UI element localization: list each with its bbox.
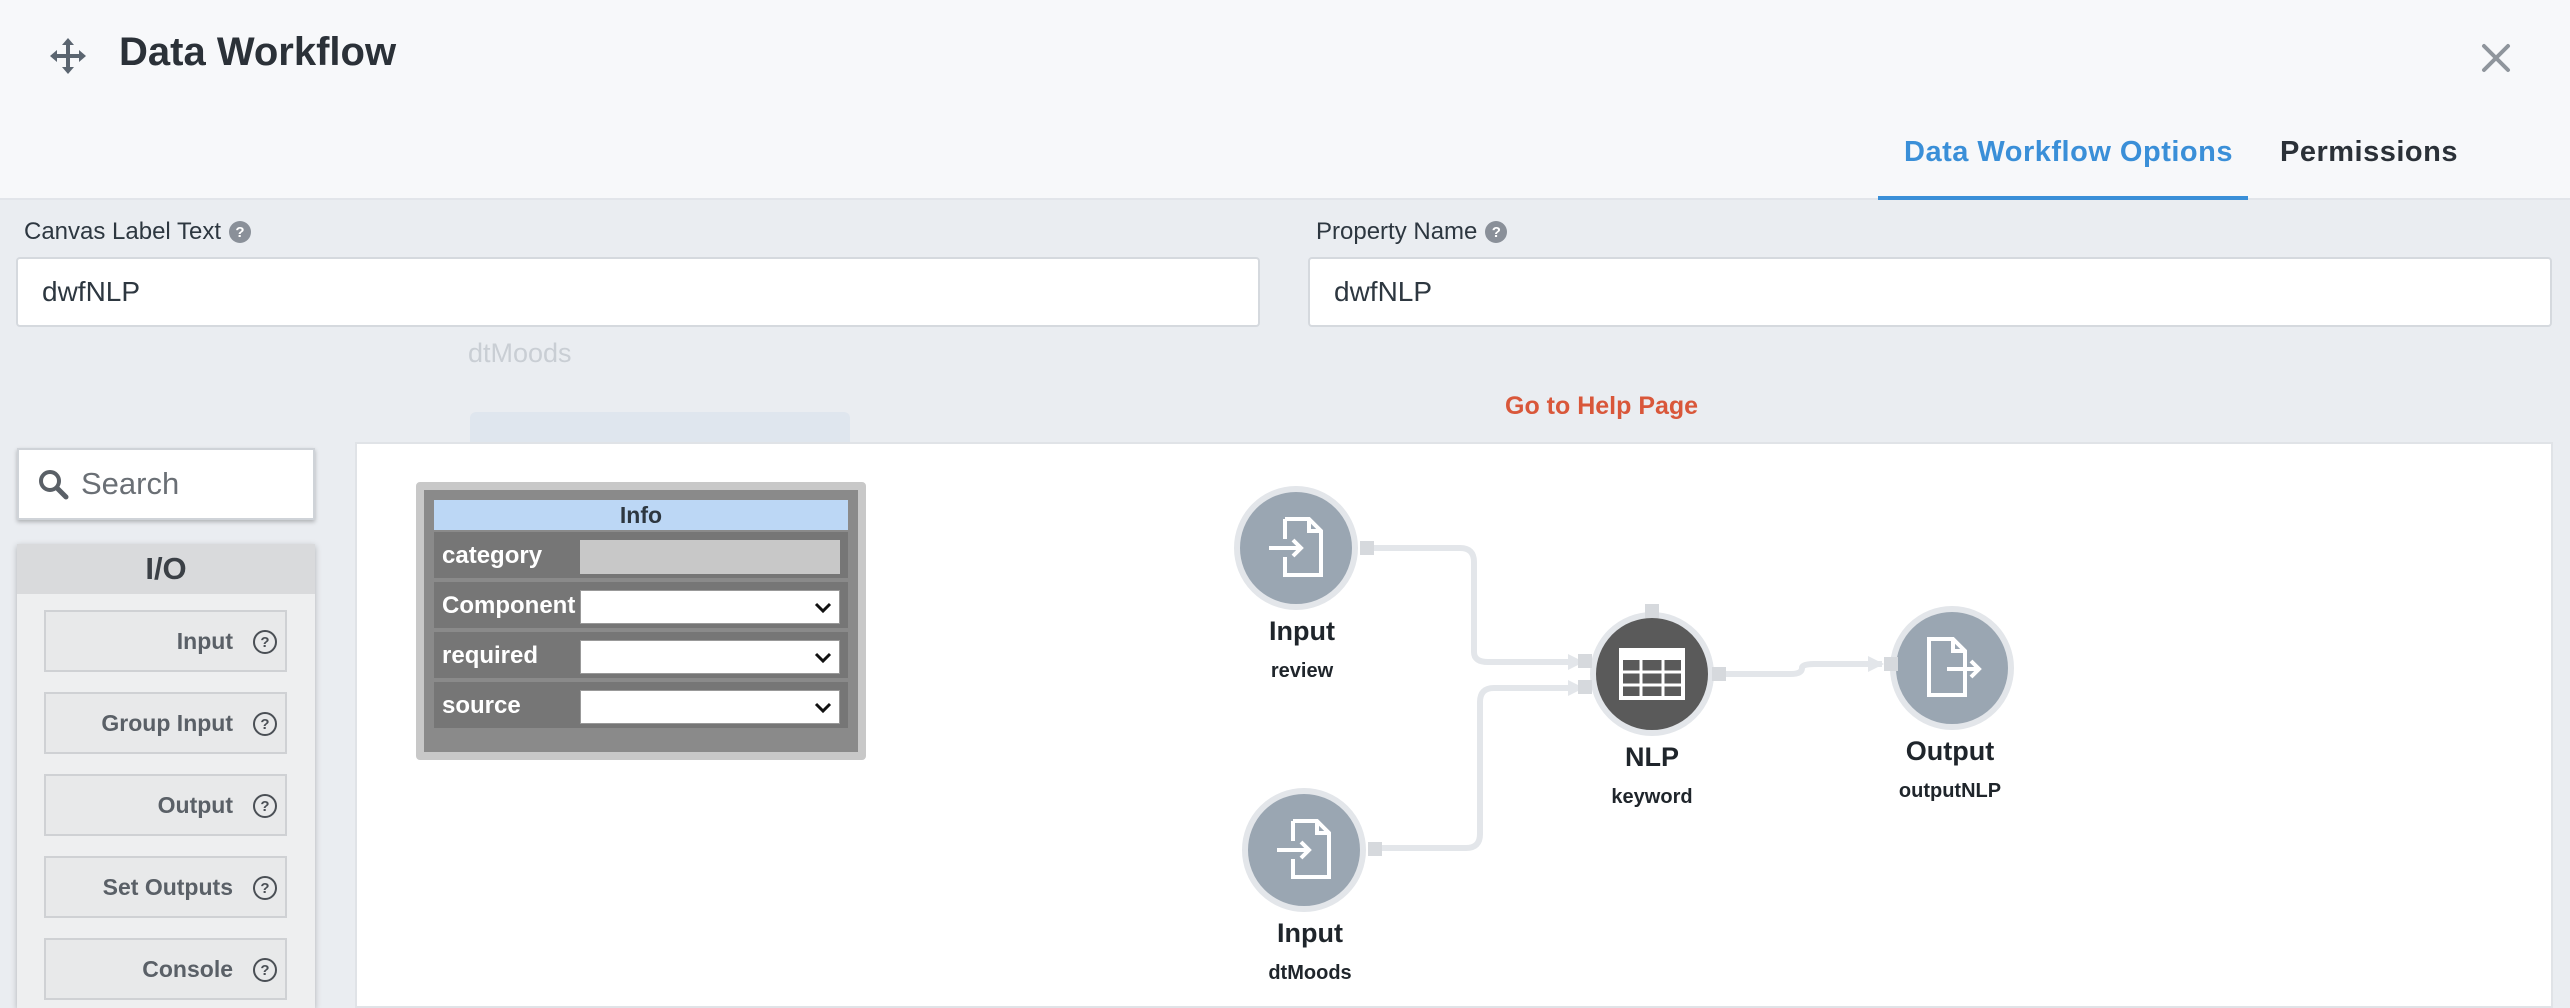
info-key: required xyxy=(442,642,539,669)
source-select[interactable] xyxy=(580,690,840,724)
info-row-category: category xyxy=(434,530,848,578)
node-subtitle: keyword xyxy=(1611,786,1693,808)
node-nlp-keyword[interactable] xyxy=(1590,612,1714,736)
node-input-dtmoods[interactable] xyxy=(1242,788,1366,912)
info-key: source xyxy=(442,692,521,719)
component-select[interactable] xyxy=(580,590,840,624)
node-subtitle: review xyxy=(1270,660,1334,682)
input-port[interactable] xyxy=(1578,680,1592,694)
info-key: category xyxy=(442,542,543,569)
category-field xyxy=(580,540,840,574)
info-panel-title: Info xyxy=(434,500,848,530)
output-port[interactable] xyxy=(1368,842,1382,856)
chevron-down-icon xyxy=(814,702,832,714)
file-import-icon xyxy=(1277,819,1331,879)
info-row-source: source xyxy=(434,680,848,728)
node-title: NLP xyxy=(1625,742,1679,772)
info-row-component: Component xyxy=(434,580,848,628)
node-input-review[interactable] xyxy=(1234,486,1358,610)
top-port[interactable] xyxy=(1645,604,1659,618)
input-port[interactable] xyxy=(1578,654,1592,668)
output-port[interactable] xyxy=(1360,541,1374,555)
table-icon xyxy=(1619,648,1685,700)
node-title: Input xyxy=(1269,616,1335,646)
node-output-outputnlp[interactable] xyxy=(1890,606,2014,730)
wire-nlp-to-output xyxy=(1716,661,1882,677)
file-import-icon xyxy=(1269,517,1323,577)
node-title: Input xyxy=(1277,918,1343,948)
info-key: Component xyxy=(442,592,576,619)
node-subtitle: outputNLP xyxy=(1898,780,2002,802)
file-export-icon xyxy=(1927,637,1982,697)
info-panel: Info category Component required source xyxy=(416,482,866,760)
chevron-down-icon xyxy=(814,652,832,664)
required-select[interactable] xyxy=(580,640,840,674)
node-title: Output xyxy=(1905,736,1995,766)
info-row-required: required xyxy=(434,630,848,678)
output-port[interactable] xyxy=(1712,667,1726,681)
node-subtitle: dtMoods xyxy=(1268,962,1352,984)
chevron-down-icon xyxy=(814,602,832,614)
input-port[interactable] xyxy=(1884,657,1898,671)
